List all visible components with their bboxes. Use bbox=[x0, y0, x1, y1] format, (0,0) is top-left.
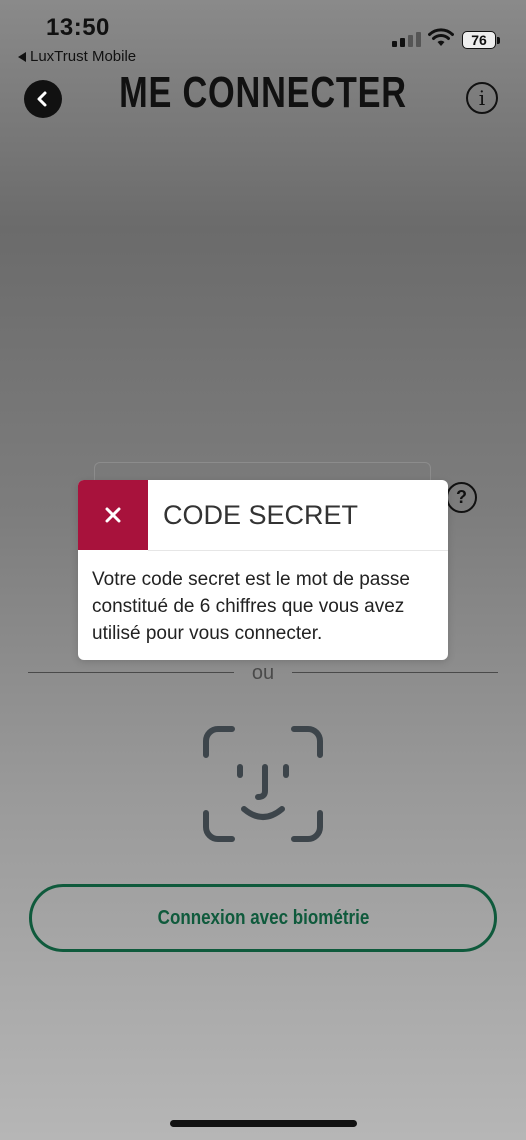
dialog-title: CODE SECRET bbox=[163, 500, 359, 530]
help-button[interactable]: ? bbox=[446, 482, 477, 513]
close-button[interactable] bbox=[78, 480, 148, 550]
back-triangle-icon bbox=[18, 51, 26, 62]
back-icon bbox=[37, 91, 47, 107]
battery-tip bbox=[497, 37, 500, 44]
face-id-icon[interactable] bbox=[202, 725, 324, 843]
info-button[interactable]: i bbox=[466, 82, 498, 114]
biometric-login-label: Connexion avec biométrie bbox=[157, 906, 369, 929]
wifi-icon bbox=[428, 28, 454, 46]
back-to-app-label: LuxTrust Mobile bbox=[30, 48, 137, 65]
status-time: 13:50 bbox=[46, 14, 110, 41]
close-icon bbox=[105, 507, 121, 523]
page-title: ME CONNECTER bbox=[119, 68, 407, 117]
signal-icon bbox=[392, 32, 421, 47]
home-indicator[interactable] bbox=[170, 1120, 357, 1127]
divider-right bbox=[292, 672, 498, 673]
back-to-app-link[interactable]: LuxTrust Mobile bbox=[18, 48, 136, 65]
secret-code-dialog: CODE SECRET Votre code secret est le mot… bbox=[78, 480, 448, 660]
info-icon: i bbox=[478, 86, 486, 110]
separator-label: ou bbox=[251, 662, 275, 684]
back-button[interactable] bbox=[24, 80, 62, 118]
dialog-body: Votre code secret est le mot de passe co… bbox=[92, 569, 410, 644]
divider-left bbox=[28, 672, 234, 673]
battery-icon: 76 bbox=[462, 31, 496, 49]
biometric-login-button[interactable]: Connexion avec biométrie bbox=[29, 884, 497, 952]
dialog-divider bbox=[148, 550, 448, 551]
